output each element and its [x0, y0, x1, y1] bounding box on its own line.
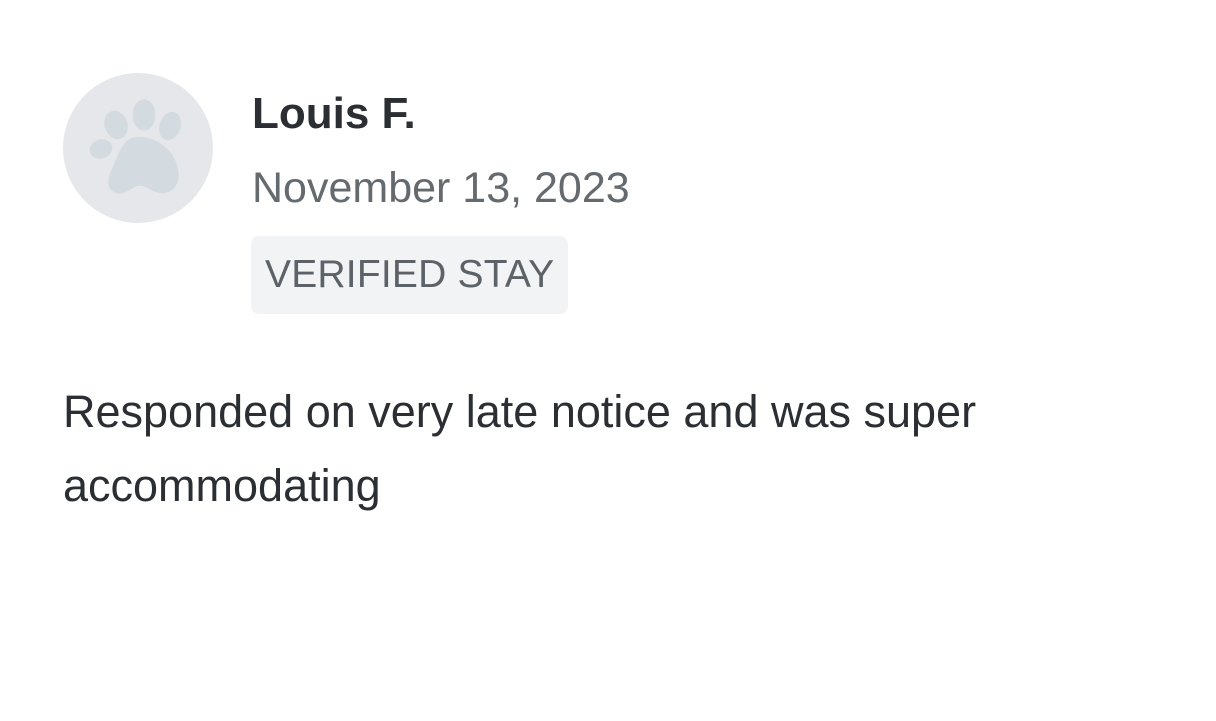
- review-card: Louis F. November 13, 2023 VERIFIED STAY…: [0, 0, 1216, 721]
- paw-icon: [89, 99, 181, 194]
- avatar: [63, 73, 213, 223]
- reviewer-name: Louis F.: [252, 89, 416, 138]
- review-text: Responded on very late notice and was su…: [63, 386, 977, 511]
- verified-stay-badge-label: VERIFIED STAY: [265, 253, 555, 296]
- review-date: November 13, 2023: [252, 164, 630, 212]
- verified-stay-badge: VERIFIED STAY: [251, 236, 569, 314]
